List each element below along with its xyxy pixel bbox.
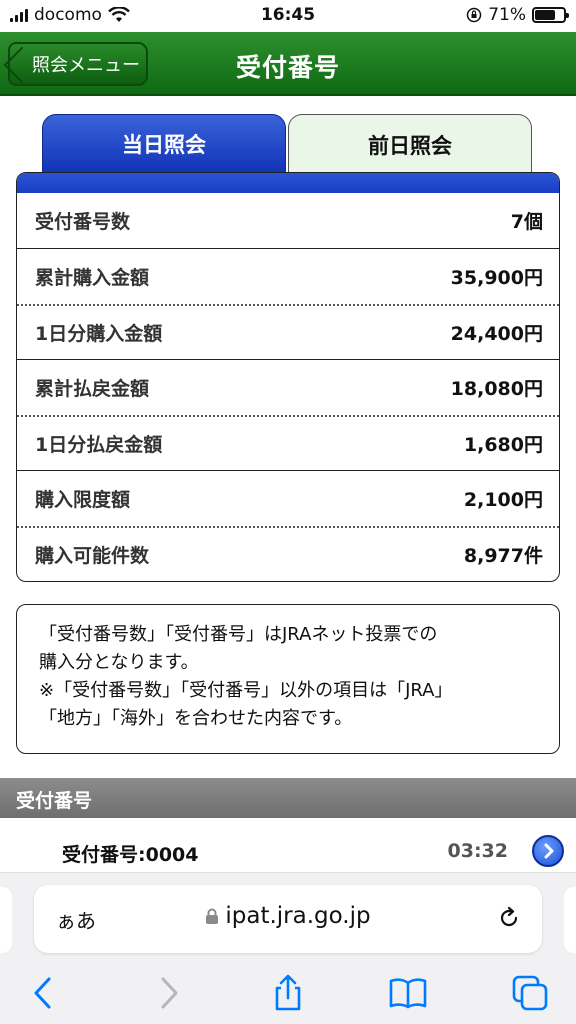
reload-icon[interactable] (496, 905, 522, 931)
row-value: 7個 (510, 211, 543, 233)
row-value: 8,977件 (463, 545, 543, 567)
status-right: 71% (466, 5, 569, 25)
row-value: 2,100円 (463, 489, 543, 511)
row-label: 累計払戻金額 (35, 378, 150, 400)
summary-panel: 受付番号数 7個 累計購入金額 35,900円 1日分購入金額 24,400円 … (16, 172, 560, 582)
note-line: 「地方」「海外」を合わせた内容です。 (39, 708, 353, 729)
summary-row: 1日分払戻金額 1,680円 (17, 415, 559, 470)
url-display[interactable]: ipat.jra.go.jp (34, 903, 542, 929)
row-label: 購入可能件数 (35, 545, 150, 567)
bookmarks-icon[interactable] (388, 973, 428, 1013)
tab-today[interactable]: 当日照会 (42, 114, 286, 174)
summary-row: 購入限度額 2,100円 (17, 471, 559, 526)
summary-row: 受付番号数 7個 (17, 193, 559, 248)
note-line: ※「受付番号数」「受付番号」以外の項目は「JRA」 (39, 680, 453, 701)
chevron-right-icon[interactable] (532, 835, 564, 867)
row-label: 1日分払戻金額 (35, 434, 163, 456)
address-bar[interactable]: ぁあ ipat.jra.go.jp (34, 885, 542, 953)
previous-tab-preview[interactable] (0, 887, 12, 953)
receipt-list-item[interactable]: 受付番号:0004 03:32 (0, 822, 576, 878)
next-tab-preview[interactable] (564, 887, 576, 953)
row-label: 購入限度額 (35, 489, 131, 511)
summary-row: 累計払戻金額 18,080円 (17, 360, 559, 415)
summary-top-bar (17, 173, 559, 193)
share-icon[interactable] (268, 973, 308, 1013)
tab-previous-day[interactable]: 前日照会 (288, 114, 532, 174)
note-line: 「受付番号数」「受付番号」はJRAネット投票での (39, 624, 438, 645)
receipt-number: 受付番号:0004 (62, 844, 199, 866)
tab-bar: 当日照会 前日照会 (42, 114, 532, 174)
browser-chrome: ぁあ ipat.jra.go.jp (0, 872, 576, 1024)
summary-group: 購入限度額 2,100円 購入可能件数 8,977件 (17, 471, 559, 581)
note-line: 購入分となります。 (39, 652, 199, 673)
row-value: 24,400円 (450, 323, 543, 345)
status-bar: docomo 16:45 71% (0, 0, 576, 32)
lock-icon (206, 908, 219, 924)
rotation-lock-icon (466, 7, 482, 23)
summary-group: 受付番号数 7個 (17, 193, 559, 249)
page-title: 受付番号 (235, 53, 340, 82)
row-value: 35,900円 (450, 267, 543, 289)
browser-toolbar (0, 969, 576, 1015)
summary-group: 累計購入金額 35,900円 1日分購入金額 24,400円 (17, 249, 559, 360)
row-label: 受付番号数 (35, 211, 131, 233)
receipt-time: 03:32 (447, 840, 508, 862)
section-header: 受付番号 (0, 778, 576, 818)
row-value: 18,080円 (450, 378, 543, 400)
battery-fill (535, 10, 555, 20)
note-box: 「受付番号数」「受付番号」はJRAネット投票での 購入分となります。 ※「受付番… (16, 604, 560, 754)
row-value: 1,680円 (463, 434, 543, 456)
summary-group: 累計払戻金額 18,080円 1日分払戻金額 1,680円 (17, 360, 559, 471)
url-text: ipat.jra.go.jp (225, 903, 371, 929)
row-label: 累計購入金額 (35, 267, 150, 289)
summary-row: 累計購入金額 35,900円 (17, 249, 559, 304)
summary-row: 購入可能件数 8,977件 (17, 526, 559, 581)
app-header: 照会メニュー 受付番号 (0, 32, 576, 96)
battery-icon (532, 7, 569, 23)
back-icon[interactable] (24, 973, 64, 1013)
forward-icon[interactable] (148, 973, 188, 1013)
tabs-icon[interactable] (510, 973, 550, 1013)
battery-percent: 71% (488, 5, 526, 25)
summary-row: 1日分購入金額 24,400円 (17, 304, 559, 359)
row-label: 1日分購入金額 (35, 323, 163, 345)
